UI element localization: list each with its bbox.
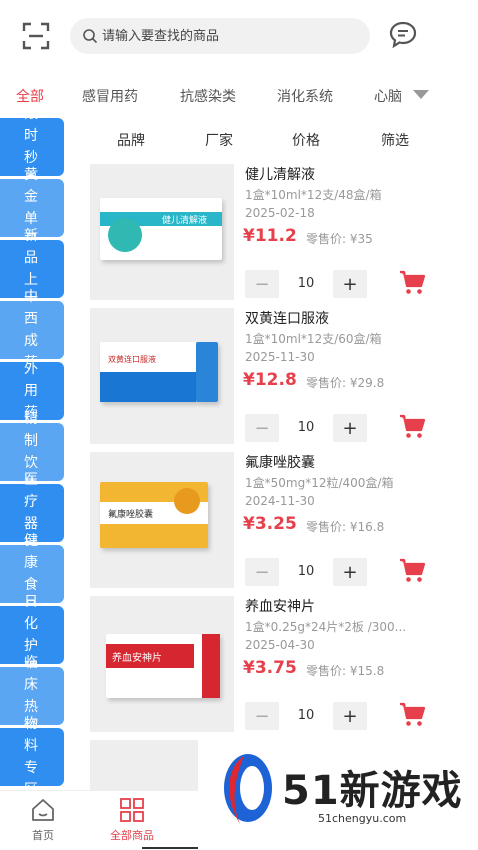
nav-home[interactable]: 首页 xyxy=(8,797,78,843)
filter-brand[interactable]: 品牌 xyxy=(117,130,145,150)
increase-button[interactable]: + xyxy=(333,414,367,442)
product-card[interactable]: 健儿清解液 健儿清解液 1盒*10ml*12支/48盒/箱 2025-02-18… xyxy=(90,164,478,304)
home-icon xyxy=(32,799,54,821)
product-card[interactable]: 养血安神片 养血安神片 1盒*0.25g*24片*2板 /300... 2025… xyxy=(90,596,478,736)
retail-price: 零售价: ¥15.8 xyxy=(306,664,385,678)
retail-price: 零售价: ¥35 xyxy=(306,232,373,246)
product-card[interactable]: 氟康唑胶囊 氟康唑胶囊 1盒*50mg*12粒/400盒/箱 2024-11-3… xyxy=(90,452,478,592)
product-spec: 1盒*50mg*12粒/400盒/箱 xyxy=(245,476,394,490)
sidebar: 限 时 秒 杀 黄 金 单 品 新 品 上 市 中 西 成 药 外 用 药 精 … xyxy=(0,106,64,798)
retail-price: 零售价: ¥29.8 xyxy=(306,376,385,390)
medicine-box: 双黄连口服液 xyxy=(100,342,196,402)
watermark-title: 51新游戏 xyxy=(282,768,463,814)
quantity-stepper: − 10 + xyxy=(245,414,371,442)
increase-button[interactable]: + xyxy=(333,702,367,730)
product-card[interactable]: 双黄连口服液 双黄连口服液 1盒*10ml*12支/60盒/箱 2025-11-… xyxy=(90,308,478,448)
message-icon[interactable] xyxy=(388,20,418,50)
product-image: 养血安神片 xyxy=(90,596,234,732)
search-input[interactable] xyxy=(102,18,352,54)
product-spec: 1盒*10ml*12支/60盒/箱 xyxy=(245,332,382,346)
watermark: 51新游戏 51chengyu.com xyxy=(198,738,478,850)
quantity-stepper: − 10 + xyxy=(245,558,371,586)
product-image: 健儿清解液 xyxy=(90,164,234,300)
medicine-box: 健儿清解液 xyxy=(100,198,222,260)
product-date: 2025-02-18 xyxy=(245,206,315,220)
decrease-button[interactable]: − xyxy=(245,558,279,586)
search-icon xyxy=(83,29,98,44)
nav-all-products-label: 全部商品 xyxy=(110,829,154,842)
home-indicator xyxy=(142,847,198,849)
quantity-input[interactable]: 10 xyxy=(281,702,331,730)
nav-all-products[interactable]: 全部商品 xyxy=(97,797,167,843)
product-image: 双黄连口服液 xyxy=(90,308,234,444)
product-name[interactable]: 健儿清解液 xyxy=(245,164,315,184)
medicine-box: 养血安神片 xyxy=(106,634,220,698)
product-date: 2025-04-30 xyxy=(245,638,315,652)
filter-price[interactable]: 价格 xyxy=(292,130,320,150)
box-side xyxy=(196,342,218,402)
product-date: 2024-11-30 xyxy=(245,494,315,508)
expand-categories-button[interactable] xyxy=(410,86,432,102)
watermark-url: 51chengyu.com xyxy=(318,812,407,825)
cart-icon[interactable] xyxy=(398,412,426,440)
tab-digestive[interactable]: 消化系统 xyxy=(277,86,333,106)
category-tabs: 全部 感冒用药 抗感染类 消化系统 心脑 xyxy=(0,76,478,116)
sidebar-item-materials[interactable]: 物 料 专 区 xyxy=(0,716,64,798)
sidebar-item-medicines[interactable]: 中 西 成 药 xyxy=(0,289,64,371)
quantity-input[interactable]: 10 xyxy=(281,414,331,442)
increase-button[interactable]: + xyxy=(333,270,367,298)
decrease-button[interactable]: − xyxy=(245,414,279,442)
grid-icon xyxy=(120,798,144,822)
quantity-input[interactable]: 10 xyxy=(281,270,331,298)
cart-icon[interactable] xyxy=(398,700,426,728)
filter-screen[interactable]: 筛选 xyxy=(381,130,409,150)
product-date: 2025-11-30 xyxy=(245,350,315,364)
search-bar[interactable] xyxy=(70,18,370,54)
nav-home-label: 首页 xyxy=(32,829,54,842)
product-image: 氟康唑胶囊 xyxy=(90,452,234,588)
tab-anti-infection[interactable]: 抗感染类 xyxy=(180,86,236,106)
decrease-button[interactable]: − xyxy=(245,702,279,730)
tab-cold-medicine[interactable]: 感冒用药 xyxy=(82,86,138,106)
product-price: ¥3.25 xyxy=(243,514,297,534)
tab-cardio[interactable]: 心脑 xyxy=(374,86,402,106)
retail-price: 零售价: ¥16.8 xyxy=(306,520,385,534)
cart-icon[interactable] xyxy=(398,268,426,296)
watermark-logo-icon xyxy=(224,754,272,824)
medicine-box: 氟康唑胶囊 xyxy=(100,482,208,548)
quantity-input[interactable]: 10 xyxy=(281,558,331,586)
product-price: ¥3.75 xyxy=(243,658,297,678)
decrease-button[interactable]: − xyxy=(245,270,279,298)
product-price: ¥12.8 xyxy=(243,370,297,390)
product-spec: 1盒*10ml*12支/48盒/箱 xyxy=(245,188,382,202)
product-name[interactable]: 双黄连口服液 xyxy=(245,308,329,328)
product-name[interactable]: 养血安神片 xyxy=(245,596,315,616)
product-spec: 1盒*0.25g*24片*2板 /300... xyxy=(245,620,407,634)
cart-icon[interactable] xyxy=(398,556,426,584)
product-price: ¥11.2 xyxy=(243,226,297,246)
triangle-down-icon xyxy=(413,90,429,99)
top-bar xyxy=(0,0,478,72)
quantity-stepper: − 10 + xyxy=(245,702,371,730)
quantity-stepper: − 10 + xyxy=(245,270,371,298)
increase-button[interactable]: + xyxy=(333,558,367,586)
scan-icon[interactable] xyxy=(22,22,50,50)
filter-manufacturer[interactable]: 厂家 xyxy=(205,130,233,150)
product-name[interactable]: 氟康唑胶囊 xyxy=(245,452,315,472)
filter-bar: 品牌 厂家 价格 筛选 xyxy=(64,122,478,158)
